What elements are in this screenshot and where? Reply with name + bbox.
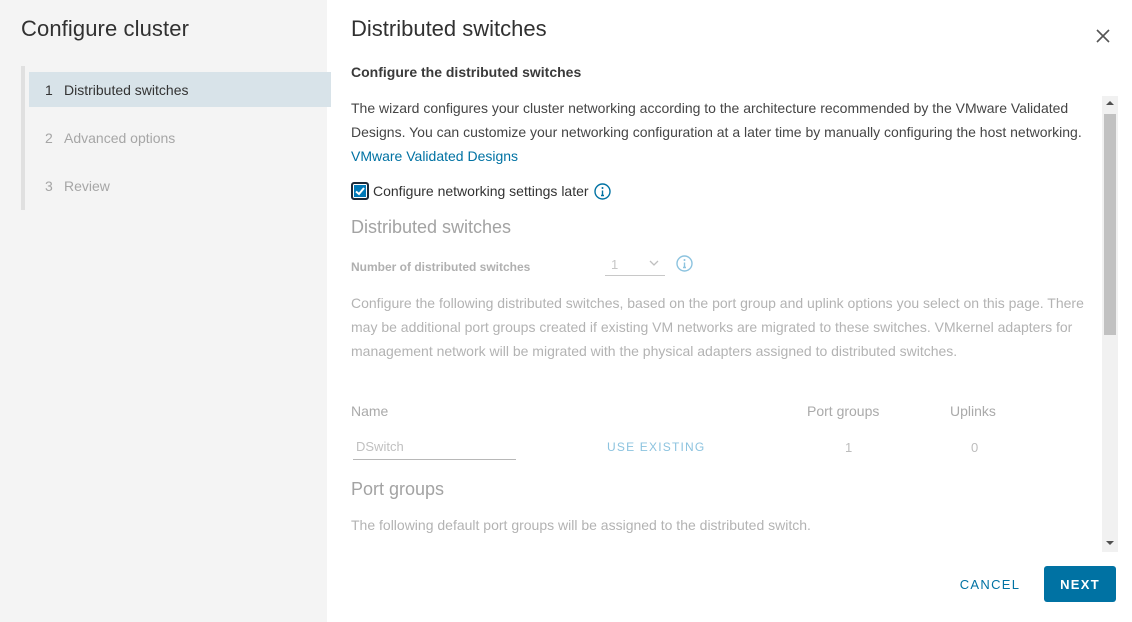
step-number: 1 [45,81,53,98]
intro-text: The wizard configures your cluster netwo… [351,96,1105,168]
chevron-down-icon [649,260,659,266]
step-review: 3 Review [29,168,331,203]
wizard-steps: 1 Distributed switches 2 Advanced option… [21,66,331,210]
wizard-sidebar: Configure cluster 1 Distributed switches… [0,0,331,622]
step-label: Distributed switches [64,81,189,98]
step-label: Review [64,177,110,194]
info-icon [676,255,693,272]
column-header-name: Name [351,403,389,419]
step-distributed-switches[interactable]: 1 Distributed switches [29,72,331,107]
switch-count-select: 1 [605,254,665,276]
port-groups-count: 1 [845,440,853,455]
use-existing-button: USE EXISTING [607,440,706,454]
close-icon[interactable] [1094,27,1112,45]
page-title: Distributed switches [351,16,547,41]
scroll-up-icon[interactable] [1106,100,1114,106]
step-label: Advanced options [64,129,176,146]
wizard-title: Configure cluster [21,16,189,41]
page-subtitle: Configure the distributed switches [351,64,582,80]
info-icon[interactable] [593,182,611,200]
vvd-link[interactable]: VMware Validated Designs [351,148,518,164]
step-number: 3 [45,177,53,194]
switch-count-value: 1 [611,257,619,272]
cancel-button[interactable]: CANCEL [947,566,1033,602]
scroll-content: The wizard configures your cluster netwo… [351,96,1105,552]
step-advanced-options: 2 Advanced options [29,120,331,155]
scrollbar-thumb[interactable] [1104,114,1116,335]
configure-later-label[interactable]: Configure networking settings later [373,183,589,199]
step-number: 2 [45,129,53,146]
column-header-uplinks: Uplinks [950,403,996,419]
uplinks-count: 0 [971,440,979,455]
switches-section-title: Distributed switches [351,217,512,237]
vertical-scrollbar[interactable] [1102,96,1118,552]
checkmark-icon [355,187,365,196]
configure-later-checkbox[interactable] [351,182,369,200]
wizard-main: Distributed switches Configure the distr… [327,0,1132,622]
switches-description: Configure the following distributed swit… [351,295,1084,359]
intro-body: The wizard configures your cluster netwo… [351,100,1082,140]
scroll-down-icon[interactable] [1106,540,1114,546]
port-groups-section-title: Port groups [351,479,445,499]
switch-count-label: Number of distributed switches [351,260,531,274]
column-header-port-groups: Port groups [807,403,880,419]
configure-later-row: Configure networking settings later [351,182,611,200]
port-groups-description: The following default port groups will b… [351,517,811,533]
switch-name-input: DSwitch [353,437,516,460]
next-button[interactable]: NEXT [1044,566,1116,602]
